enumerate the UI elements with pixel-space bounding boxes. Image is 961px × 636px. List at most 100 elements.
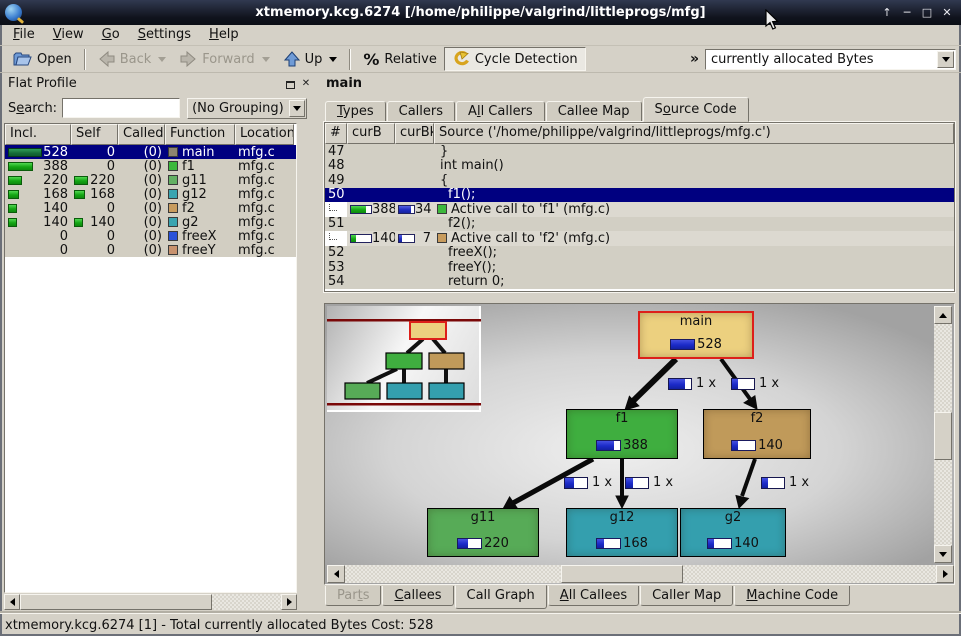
- up-dropdown-icon[interactable]: [329, 57, 337, 62]
- tab-callers[interactable]: Callers: [387, 101, 455, 122]
- source-line-48[interactable]: 48int main(): [325, 159, 954, 174]
- graph-node-main[interactable]: main528: [638, 311, 754, 359]
- node-label: g12: [610, 511, 635, 525]
- source-code-text: }: [434, 144, 954, 159]
- curb-cell: [347, 246, 395, 261]
- scroll-left-icon[interactable]: [4, 594, 20, 610]
- call-graph-panel[interactable]: main528f1388f2140g11220g12168g21401 x1 x…: [324, 303, 955, 585]
- minimize-icon[interactable]: ─: [899, 5, 915, 21]
- scrollbar-track[interactable]: [934, 324, 952, 545]
- function-name: g12: [182, 187, 207, 201]
- active-call-row[interactable]: 1407Active call to 'f2' (mfg.c): [325, 231, 954, 246]
- scroll-left-icon[interactable]: [327, 565, 345, 583]
- scrollbar-thumb[interactable]: [561, 565, 683, 583]
- tab-types[interactable]: Types: [325, 101, 386, 122]
- scrollbar-thumb[interactable]: [20, 594, 212, 610]
- node-cost-value: 388: [623, 438, 648, 453]
- column-header-self[interactable]: Self: [71, 124, 118, 145]
- keep-above-icon[interactable]: ↑: [879, 5, 895, 21]
- source-column-header-2[interactable]: curBk: [395, 123, 434, 144]
- graph-node-f1[interactable]: f1388: [566, 409, 678, 459]
- location-value: mfg.c: [235, 173, 294, 187]
- menu-settings[interactable]: Settings: [129, 26, 200, 44]
- combo-dropdown-icon[interactable]: [937, 51, 954, 68]
- maximize-icon[interactable]: □: [919, 5, 935, 21]
- scroll-right-icon[interactable]: [936, 565, 954, 583]
- tab-source-code[interactable]: Source Code: [643, 97, 749, 122]
- relative-button[interactable]: % Relative: [356, 47, 443, 71]
- combo-dropdown-icon[interactable]: [289, 100, 305, 117]
- curbk-cost-fill: [399, 206, 411, 213]
- graph-node-g2[interactable]: g2 140: [680, 508, 786, 557]
- source-line-52[interactable]: 52freeX();: [325, 246, 954, 261]
- active-call-row[interactable]: 38834Active call to 'f1' (mfg.c): [325, 202, 954, 217]
- column-header-called[interactable]: Called: [118, 124, 165, 145]
- tab-all-callers[interactable]: All Callers: [456, 101, 545, 122]
- self-value: 0: [107, 145, 115, 159]
- open-button[interactable]: Open: [6, 47, 79, 71]
- source-code-table: #curBcurBkSource ('/home/philippe/valgri…: [324, 122, 955, 292]
- source-line-54[interactable]: 54return 0;: [325, 275, 954, 290]
- toolbar-overflow-chevron[interactable]: »: [690, 51, 699, 67]
- source-line-53[interactable]: 53freeY();: [325, 260, 954, 275]
- source-column-header-0[interactable]: #: [325, 123, 347, 144]
- call-graph-minimap[interactable]: [327, 306, 481, 412]
- incl-cell: 0: [5, 229, 71, 243]
- scroll-down-icon[interactable]: [934, 545, 952, 563]
- back-button[interactable]: Back: [91, 47, 174, 71]
- call-tree-cell: [325, 202, 347, 217]
- tab-callee-map[interactable]: Callee Map: [546, 101, 642, 122]
- node-label: g2: [725, 511, 742, 525]
- function-row-g2[interactable]: 140140(0)g2mfg.c: [5, 215, 296, 229]
- event-type-combobox[interactable]: currently allocated Bytes: [705, 49, 956, 70]
- source-line-51[interactable]: 51f2();: [325, 217, 954, 232]
- graph-node-g12[interactable]: g12168: [566, 508, 678, 557]
- dock-close-icon[interactable]: ✕: [299, 77, 313, 91]
- dock-float-icon[interactable]: [286, 81, 295, 89]
- forward-dropdown-icon[interactable]: [262, 57, 270, 62]
- column-header-incl[interactable]: Incl.: [5, 124, 71, 145]
- function-row-f1[interactable]: 3880(0)f1mfg.c: [5, 159, 296, 173]
- menu-file[interactable]: File: [4, 26, 44, 44]
- function-row-g12[interactable]: 168168(0)g12mfg.c: [5, 187, 296, 201]
- flat-profile-header: Incl.SelfCalledFunctionLocation: [5, 124, 296, 145]
- source-line-50[interactable]: 50f1();: [325, 188, 954, 203]
- menu-go[interactable]: Go: [93, 26, 129, 44]
- scrollbar-thumb[interactable]: [934, 412, 952, 460]
- function-row-f2[interactable]: 1400(0)f2mfg.c: [5, 201, 296, 215]
- scrollbar-track[interactable]: [20, 594, 281, 610]
- tab-machine-code[interactable]: Machine Code: [734, 586, 850, 606]
- close-icon[interactable]: ✕: [939, 5, 955, 21]
- scroll-right-icon[interactable]: [281, 594, 297, 610]
- scrollbar-track[interactable]: [345, 565, 936, 583]
- up-button[interactable]: Up: [277, 47, 345, 71]
- back-dropdown-icon[interactable]: [158, 57, 166, 62]
- search-input[interactable]: [62, 98, 180, 118]
- minimap-node-f2: [429, 353, 464, 369]
- source-column-header-3[interactable]: Source ('/home/philippe/valgrind/littlep…: [434, 123, 954, 144]
- source-code-text: int main(): [434, 159, 954, 174]
- function-row-freeY[interactable]: 00(0)freeYmfg.c: [5, 243, 296, 257]
- menu-help[interactable]: Help: [200, 26, 248, 44]
- function-row-g11[interactable]: 220220(0)g11mfg.c: [5, 173, 296, 187]
- tab-caller-map[interactable]: Caller Map: [640, 586, 733, 606]
- toolbar: Open Back Forward Up % Relativ: [0, 46, 961, 73]
- forward-button[interactable]: Forward: [173, 47, 276, 71]
- grouping-combobox[interactable]: (No Grouping): [187, 98, 307, 119]
- tab-call-graph[interactable]: Call Graph: [455, 585, 547, 609]
- function-row-freeX[interactable]: 00(0)freeXmfg.c: [5, 229, 296, 243]
- tab-all-callees[interactable]: All Callees: [548, 586, 639, 606]
- source-column-header-1[interactable]: curB: [347, 123, 395, 144]
- source-line-47[interactable]: 47}: [325, 144, 954, 159]
- function-row-main[interactable]: 5280(0)mainmfg.c: [5, 145, 296, 159]
- graph-node-g11[interactable]: g11220: [427, 508, 539, 557]
- node-cost: 140: [707, 536, 759, 551]
- cycle-detection-button[interactable]: Cycle Detection: [444, 47, 586, 71]
- source-line-49[interactable]: 49{: [325, 173, 954, 188]
- scroll-up-icon[interactable]: [934, 306, 952, 324]
- column-header-function[interactable]: Function: [165, 124, 235, 145]
- tab-callees[interactable]: Callees: [382, 586, 453, 606]
- graph-node-f2[interactable]: f2140: [703, 409, 811, 459]
- menu-view[interactable]: View: [44, 26, 93, 44]
- column-header-location[interactable]: Location: [235, 124, 294, 145]
